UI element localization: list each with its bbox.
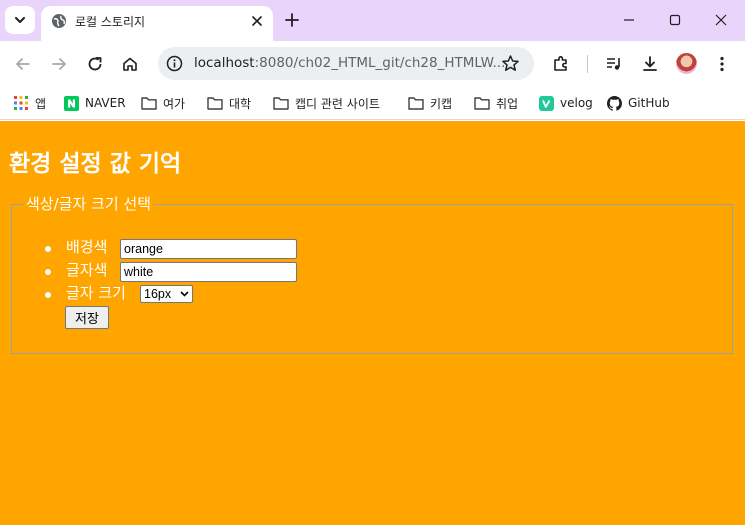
- browser-tab[interactable]: 로컬 스토리지: [41, 6, 273, 41]
- text-color-label: 글자색: [66, 261, 108, 279]
- font-size-select[interactable]: 16px: [140, 285, 193, 303]
- github-icon: [606, 95, 622, 111]
- bookmark-label: 취업: [496, 96, 519, 111]
- bookmark-naver[interactable]: NAVER: [63, 93, 126, 113]
- font-size-label: 글자 크기: [66, 284, 126, 302]
- home-icon: [123, 57, 137, 71]
- maximize-icon: [669, 14, 681, 26]
- bookmark-label: 캡디 관련 사이트: [295, 96, 380, 111]
- arrow-left-icon: [16, 58, 30, 70]
- bookmark-folder-university[interactable]: 대학: [207, 93, 251, 113]
- bookmark-folder-keycap[interactable]: 키캡: [408, 93, 452, 113]
- settings-fieldset: 색상/글자 크기 선택 배경색 orange 글자색 white 글자 크기 1…: [11, 195, 733, 354]
- downloads-button[interactable]: [640, 54, 660, 74]
- new-tab-icon[interactable]: [283, 11, 301, 29]
- fieldset-legend: 색상/글자 크기 선택: [24, 195, 153, 213]
- bookmark-folder-leisure[interactable]: 여가: [141, 93, 185, 113]
- chevron-down-icon: [15, 17, 25, 23]
- close-icon: [715, 14, 727, 26]
- bullet: [45, 246, 51, 252]
- bookmark-label: velog: [560, 96, 593, 110]
- globe-icon: [52, 14, 66, 28]
- back-button[interactable]: [13, 54, 33, 74]
- minimize-button[interactable]: [619, 10, 639, 30]
- puzzle-icon: [554, 56, 567, 71]
- bookmark-apps[interactable]: 앱: [13, 93, 46, 113]
- bookmark-folder-jobs[interactable]: 취업: [474, 93, 518, 113]
- bookmarks-bar: 앱 NAVER 여가 대학 캡디 관련 사이트 키캡 취업 velog GitH…: [0, 86, 745, 120]
- bookmark-label: NAVER: [85, 96, 126, 110]
- profile-avatar[interactable]: [676, 53, 697, 74]
- reload-icon: [88, 57, 102, 71]
- bookmark-label: 여가: [163, 96, 186, 111]
- page-content: 환경 설정 값 기억 색상/글자 크기 선택 배경색 orange 글자색 wh…: [0, 121, 745, 525]
- folder-icon: [141, 95, 157, 111]
- maximize-button[interactable]: [665, 10, 685, 30]
- toolbar-divider: [587, 55, 588, 73]
- title-bar: 로컬 스토리지: [0, 0, 745, 41]
- close-icon[interactable]: [249, 13, 265, 29]
- page-title: 환경 설정 값 기억: [9, 151, 182, 177]
- tab-title: 로컬 스토리지: [75, 15, 146, 29]
- url-text: localhost:8080/ch02_HTML_git/ch28_HTMLW.…: [194, 55, 505, 71]
- extensions-button[interactable]: [551, 54, 571, 74]
- minimize-icon: [624, 19, 634, 21]
- download-icon: [643, 56, 657, 71]
- save-button[interactable]: 저장: [65, 306, 109, 329]
- bookmark-label: 대학: [229, 96, 252, 111]
- media-control-button[interactable]: [604, 54, 624, 74]
- bookmark-github[interactable]: GitHub: [606, 93, 670, 113]
- reload-button[interactable]: [85, 54, 105, 74]
- naver-icon: [63, 95, 79, 111]
- url-host: localhost: [194, 55, 255, 71]
- browser-toolbar: localhost:8080/ch02_HTML_git/ch28_HTMLW.…: [0, 41, 745, 86]
- menu-button[interactable]: [712, 54, 732, 74]
- arrow-right-icon: [52, 58, 66, 70]
- bookmark-label: 앱: [35, 96, 47, 111]
- folder-icon: [207, 95, 223, 111]
- more-vertical-icon: [720, 56, 724, 72]
- bookmark-velog[interactable]: velog: [538, 93, 593, 113]
- forward-button[interactable]: [49, 54, 69, 74]
- bullet: [45, 292, 51, 298]
- text-color-input[interactable]: white: [120, 262, 297, 282]
- apps-grid-icon: [13, 95, 29, 111]
- font-size-value: 16px: [144, 287, 172, 301]
- bookmark-folder-capstone[interactable]: 캡디 관련 사이트: [273, 93, 380, 113]
- chevron-down-icon: [180, 291, 189, 297]
- star-icon[interactable]: [501, 54, 520, 73]
- velog-icon: [538, 95, 554, 111]
- bookmark-label: GitHub: [628, 96, 670, 110]
- folder-icon: [474, 95, 490, 111]
- address-bar[interactable]: localhost:8080/ch02_HTML_git/ch28_HTMLW.…: [158, 47, 534, 80]
- window-close-button[interactable]: [711, 10, 731, 30]
- folder-icon: [408, 95, 424, 111]
- bullet: [45, 269, 51, 275]
- background-color-input[interactable]: orange: [120, 239, 297, 259]
- folder-icon: [273, 95, 289, 111]
- info-icon[interactable]: [166, 55, 183, 72]
- background-color-label: 배경색: [66, 238, 108, 256]
- bookmark-label: 키캡: [430, 96, 453, 111]
- tab-search-button[interactable]: [5, 6, 35, 34]
- playlist-icon: [607, 58, 620, 70]
- url-path: :8080/ch02_HTML_git/ch28_HTMLW...: [254, 55, 506, 71]
- home-button[interactable]: [120, 54, 140, 74]
